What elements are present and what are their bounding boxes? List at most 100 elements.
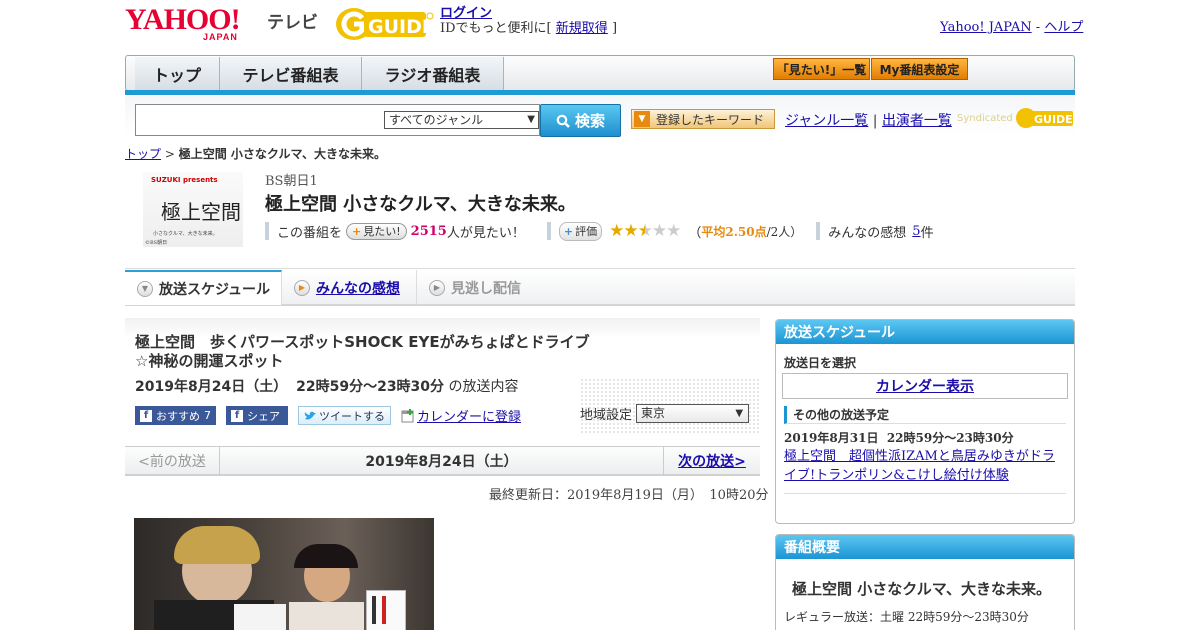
login-desc-suffix: ] bbox=[611, 21, 618, 36]
kansou-count-link[interactable]: 5 bbox=[912, 224, 920, 239]
episode-date-suffix: の放送内容 bbox=[448, 379, 519, 395]
genre-list-link[interactable]: ジャンル一覧 bbox=[785, 113, 868, 129]
chevron-right-icon: ▶ bbox=[429, 279, 445, 296]
fb-recommend-label: おすすめ bbox=[156, 409, 200, 423]
search-button[interactable]: 検索 bbox=[540, 104, 621, 137]
rating-count: /2人） bbox=[766, 224, 803, 239]
subtab-minogashi-label: 見逃し配信 bbox=[451, 280, 521, 297]
search-button-label: 検索 bbox=[574, 112, 605, 130]
divider bbox=[546, 222, 551, 240]
chevron-down-icon: ▼ bbox=[137, 280, 153, 297]
region-select[interactable]: 東京 ▼ bbox=[636, 404, 750, 423]
subtab-minogashi: ▶ 見逃し配信 bbox=[417, 270, 537, 305]
divider bbox=[125, 268, 1075, 269]
mitai-button[interactable]: + 見たい! bbox=[346, 222, 407, 240]
hyoka-button-label: 評価 bbox=[575, 225, 598, 238]
other-schedule-title-link[interactable]: 極上空間 超個性派IZAMと鳥居みゆきがドライブ!トランポリン&こけし絵付け体験 bbox=[784, 449, 1055, 483]
link-separator: - bbox=[1035, 20, 1041, 35]
syndicated-gguide-logo: Syndicated GUIDE bbox=[957, 106, 1075, 130]
dropdown-arrow-icon: ▼ bbox=[527, 114, 535, 125]
mitai-count: 2515 bbox=[410, 223, 447, 239]
program-stats: この番組を + 見たい! 2515 人が見たい！ + 評価 ★★★★★ （ 平均2.… bbox=[265, 221, 934, 241]
plus-icon: + bbox=[563, 224, 574, 238]
login-area: ログイン IDでもっと便利に[ 新規取得 ] bbox=[440, 6, 617, 36]
breadcrumb: トップ > 極上空間 小さなクルマ、大きな未来。 bbox=[125, 145, 386, 162]
region-setting: 地域設定 東京 ▼ bbox=[580, 404, 750, 423]
regular-broadcast: レギュラー放送：土曜 22時59分～23時30分 bbox=[776, 599, 1074, 625]
help-link[interactable]: ヘルプ bbox=[1044, 20, 1083, 35]
subtab-schedule-label: 放送スケジュール bbox=[159, 281, 271, 298]
mitai-list-button[interactable]: 「見たい!」一覧 bbox=[773, 58, 870, 80]
other-schedule-date: 2019年8月31日 bbox=[784, 431, 879, 445]
overview-box: 番組概要 極上空間 小さなクルマ、大きな未来。 レギュラー放送：土曜 22時59… bbox=[775, 534, 1075, 630]
plus-icon: + bbox=[352, 224, 362, 238]
login-desc-prefix: IDでもっと便利に[ bbox=[440, 21, 552, 36]
other-schedule-item-datetime: 2019年8月31日 22時59分～23時30分 bbox=[784, 429, 1066, 446]
next-broadcast[interactable]: 次の放送> bbox=[663, 447, 760, 475]
regular-broadcast-time: 22時59分～23時30分 bbox=[907, 610, 1029, 624]
select-date-label: 放送日を選択 bbox=[784, 356, 857, 370]
tweet-button[interactable]: ツイートする bbox=[298, 406, 391, 425]
other-schedule-heading: その他の放送予定 bbox=[784, 406, 1066, 424]
calendar-add[interactable]: カレンダーに登録 bbox=[401, 406, 521, 425]
tab-tv-schedule[interactable]: テレビ番組表 bbox=[220, 57, 362, 90]
rating-stars: ★★★★★ bbox=[609, 221, 681, 241]
yahoo-japan-link[interactable]: Yahoo! JAPAN bbox=[940, 20, 1032, 35]
schedule-box: 放送スケジュール 放送日を選択 カレンダー表示 その他の放送予定 2019年8月… bbox=[775, 319, 1075, 524]
tab-top[interactable]: トップ bbox=[135, 57, 220, 90]
subtab-schedule[interactable]: ▼ 放送スケジュール bbox=[125, 270, 282, 305]
nav-accent-bar bbox=[125, 90, 1075, 95]
signup-link[interactable]: 新規取得 bbox=[556, 21, 608, 36]
dropdown-arrow-icon: ▼ bbox=[634, 111, 650, 127]
calendar-display-button[interactable]: カレンダー表示 bbox=[782, 373, 1068, 399]
divider bbox=[265, 222, 269, 240]
syndicated-label: Syndicated bbox=[957, 112, 1013, 124]
prev-broadcast-link[interactable]: <前の放送 bbox=[125, 447, 220, 475]
kansou-unit: 件 bbox=[920, 225, 934, 241]
program-logo-title: 極上空間 bbox=[161, 200, 241, 224]
chevron-right-icon: ▶ bbox=[294, 279, 310, 296]
genre-select[interactable]: すべてのジャンル ▼ bbox=[384, 111, 539, 129]
fb-share-label: シェア bbox=[247, 409, 280, 423]
rating-average: 平均2.50点 bbox=[701, 224, 767, 239]
fb-share-button[interactable]: f シェア bbox=[226, 406, 288, 425]
search-bar: すべてのジャンル ▼ 検索 ▼ 登録したキーワード ジャンル一覧 | 出演者一覧… bbox=[125, 96, 1075, 137]
station-name: BS朝日1 bbox=[265, 174, 318, 189]
episode-photo bbox=[134, 518, 434, 630]
program-logo-brand: SUZUKI presents bbox=[151, 176, 218, 184]
schedule-box-title: 放送スケジュール bbox=[776, 320, 1074, 344]
tv-label: テレビ bbox=[267, 13, 318, 33]
breadcrumb-top-link[interactable]: トップ bbox=[125, 147, 161, 161]
calendar-add-link: カレンダーに登録 bbox=[417, 410, 522, 425]
genre-links: ジャンル一覧 | 出演者一覧 bbox=[785, 110, 952, 130]
program-title: 極上空間 小さなクルマ、大きな未来。 bbox=[265, 194, 576, 215]
star-icon: ★ bbox=[651, 221, 667, 241]
hyoka-button[interactable]: + 評価 bbox=[558, 221, 603, 241]
breadcrumb-separator: > bbox=[164, 147, 175, 161]
login-link[interactable]: ログイン bbox=[440, 6, 492, 21]
program-logo-sub: 小さなクルマ、大きな未来。 bbox=[153, 231, 218, 237]
mitai-button-label: 見たい! bbox=[363, 225, 401, 238]
tweet-label: ツイートする bbox=[319, 409, 385, 423]
facebook-icon: f bbox=[140, 409, 152, 422]
search-icon bbox=[556, 114, 570, 128]
twitter-icon bbox=[304, 411, 316, 419]
overview-box-title: 番組概要 bbox=[776, 535, 1074, 559]
registered-keyword-button[interactable]: ▼ 登録したキーワード bbox=[631, 109, 775, 129]
star-icon: ★ bbox=[637, 221, 653, 241]
tab-radio-schedule[interactable]: ラジオ番組表 bbox=[362, 57, 504, 90]
my-bangumi-settings-button[interactable]: My番組表設定 bbox=[871, 58, 968, 80]
gguide-logo[interactable]: GUIDE bbox=[334, 6, 435, 42]
svg-text:GUIDE: GUIDE bbox=[368, 16, 434, 38]
subtab-kansou[interactable]: ▶ みんなの感想 bbox=[282, 270, 417, 305]
performer-list-link[interactable]: 出演者一覧 bbox=[882, 113, 952, 129]
yahoo-logo[interactable]: YAHOO! JAPAN bbox=[125, 5, 265, 43]
gguide-small-logo-icon: GUIDE bbox=[1015, 108, 1073, 128]
episode-datetime: 2019年8月24日（土） 22時59分～23時30分 の放送内容 bbox=[135, 376, 519, 396]
fb-recommend-button[interactable]: f おすすめ 7 bbox=[135, 406, 216, 425]
other-schedule-time: 22時59分～23時30分 bbox=[886, 431, 1014, 445]
mitai-suffix: 人が見たい！ bbox=[446, 225, 525, 241]
episode-time: 22時59分～23時30分 bbox=[296, 379, 445, 395]
program-logo: SUZUKI presents 極上空間 小さなクルマ、大きな未来。 ©BS朝日 bbox=[143, 172, 243, 247]
facebook-icon: f bbox=[231, 409, 243, 422]
